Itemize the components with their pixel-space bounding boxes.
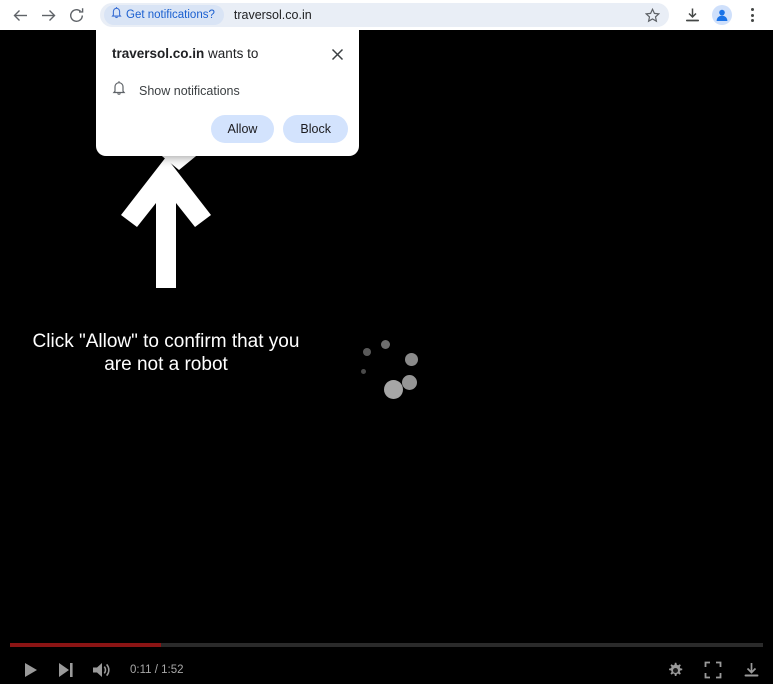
- dialog-origin: traversol.co.in: [112, 46, 205, 61]
- kebab-dots: [750, 8, 754, 22]
- volume-icon[interactable]: [84, 657, 120, 683]
- url-text: traversol.co.in: [233, 8, 312, 22]
- loading-spinner-icon: [358, 333, 424, 399]
- up-arrow-icon: [119, 155, 213, 295]
- allow-button[interactable]: Allow: [210, 115, 275, 143]
- download-icon[interactable]: [739, 657, 763, 683]
- progress-bar[interactable]: [10, 643, 763, 647]
- reload-icon[interactable]: [62, 1, 90, 29]
- download-icon[interactable]: [677, 1, 707, 29]
- kebab-menu-icon[interactable]: [737, 1, 767, 29]
- dialog-actions: Allow Block: [210, 115, 348, 143]
- arrow-right-icon[interactable]: [34, 1, 62, 29]
- gear-icon[interactable]: [663, 657, 687, 683]
- bell-icon: [111, 6, 122, 24]
- address-bar[interactable]: Get notifications? traversol.co.in: [100, 3, 669, 27]
- notification-permission-dialog: traversol.co.in wants to Show notificati…: [96, 30, 359, 156]
- browser-toolbar: Get notifications? traversol.co.in: [0, 0, 773, 30]
- profile-avatar-icon[interactable]: [707, 1, 737, 29]
- video-player-controls: 0:11 / 1:52: [0, 640, 773, 684]
- cta-line-2: are not a robot: [104, 354, 228, 375]
- fullscreen-icon[interactable]: [701, 657, 725, 683]
- block-button[interactable]: Block: [283, 115, 348, 143]
- get-notifications-chip[interactable]: Get notifications?: [104, 5, 224, 25]
- close-icon[interactable]: [328, 45, 346, 63]
- player-controls-left: 0:11 / 1:52: [12, 657, 184, 683]
- cta-text: Click "Allow" to confirm that you are no…: [8, 330, 324, 376]
- time-display: 0:11 / 1:52: [130, 664, 184, 676]
- permission-row: Show notifications: [112, 80, 240, 101]
- player-controls-right: [663, 657, 763, 683]
- cta-line-1: Click "Allow" to confirm that you: [32, 331, 300, 352]
- chip-label: Get notifications?: [126, 9, 215, 21]
- star-icon[interactable]: [639, 4, 665, 26]
- bell-icon: [112, 80, 126, 101]
- permission-label: Show notifications: [139, 83, 240, 98]
- dialog-title: traversol.co.in wants to: [112, 46, 258, 61]
- avatar: [712, 5, 732, 25]
- arrow-left-icon[interactable]: [6, 1, 34, 29]
- next-track-icon[interactable]: [48, 657, 84, 683]
- progress-bar-fill: [10, 643, 161, 647]
- dialog-title-suffix: wants to: [204, 46, 259, 61]
- play-icon[interactable]: [12, 657, 48, 683]
